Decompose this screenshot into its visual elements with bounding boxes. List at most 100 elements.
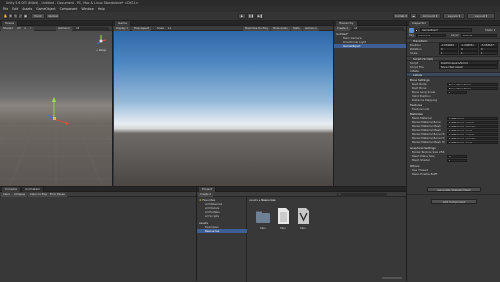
menu-edit[interactable]: Edit xyxy=(12,7,18,11)
menu-file[interactable]: File xyxy=(3,7,8,11)
game-viewport[interactable] xyxy=(114,31,333,186)
folder-icon xyxy=(256,211,270,223)
generate-skeletal-mesh-button[interactable]: Generate Skeletal Mesh xyxy=(427,187,481,192)
hierarchy-toolbar: Create ▾ All xyxy=(334,26,406,31)
game-gizmos-dropdown[interactable]: Gizmos ▾ xyxy=(303,26,319,31)
account-dropdown[interactable]: Account ▾ xyxy=(419,13,441,19)
mesh-shader-label: Mesh Shader xyxy=(412,158,431,162)
project-search-input[interactable]: ⌕ xyxy=(337,192,387,197)
mesh-plane-size-field[interactable]: 0 xyxy=(447,154,467,158)
project-create-dropdown[interactable]: Create ▾ xyxy=(198,192,213,197)
layer-dropdown[interactable]: Default xyxy=(461,33,497,37)
play-button[interactable]: ▶ xyxy=(238,13,246,19)
scale-value[interactable]: 1x xyxy=(166,27,173,31)
scene-orientation-gizmo-icon[interactable] xyxy=(94,34,108,48)
material-row-4-field[interactable]: SoftMaterial_normal xyxy=(447,132,498,136)
position-x-field[interactable]: -2.659864 xyxy=(439,43,458,47)
tag-dropdown[interactable]: Untagged xyxy=(416,33,446,37)
breadcrumb-resources[interactable]: Resources xyxy=(261,198,275,202)
bone-length-scale-field[interactable]: 1 xyxy=(447,90,467,94)
mute-audio-toggle[interactable]: Mute Audio xyxy=(271,26,290,31)
asset-item-0[interactable] xyxy=(255,209,271,225)
script-row-field[interactable]: PostProcessing/Script xyxy=(439,61,498,65)
scale-z-field[interactable]: 1 xyxy=(479,51,498,55)
labels-section[interactable]: Labels xyxy=(407,72,500,77)
asset-item-1[interactable] xyxy=(275,207,291,224)
console-clear-on-play-toggle[interactable]: Clear on Play xyxy=(28,192,50,197)
root-bone-field[interactable]: None (Transform) xyxy=(447,86,498,90)
hierarchy-panel: Hierarchy Create ▾ All Untitled* Main Ca… xyxy=(333,21,407,186)
rotation-z-field[interactable]: 0 xyxy=(479,47,498,51)
hierarchy-search-input[interactable]: All xyxy=(352,26,404,31)
scene-viewport[interactable]: < Persp xyxy=(0,31,112,186)
scale-x-field[interactable]: 1 xyxy=(439,51,458,55)
scale-label: Scale xyxy=(157,26,164,30)
transform-section[interactable]: Transform xyxy=(407,38,500,43)
script-component-section[interactable]: Script (Script) xyxy=(407,56,500,61)
collab-button[interactable]: Collab ▾ xyxy=(393,13,409,19)
menu-component[interactable]: Component xyxy=(60,7,78,11)
text-file-icon xyxy=(278,208,289,224)
rotation-y-field[interactable]: 0 xyxy=(459,47,478,51)
stats-toggle[interactable]: Stats xyxy=(291,26,302,31)
display-dropdown[interactable]: Display 1 xyxy=(114,26,131,31)
hierarchy-item-gameobject[interactable]: GameObject xyxy=(334,44,407,48)
material-row-0-field[interactable]: SoftMaterial xyxy=(447,116,498,120)
layers-dropdown[interactable]: Layers ▾ xyxy=(443,13,465,19)
material-row-6-field[interactable]: SoftMaterial_mesh xyxy=(447,140,498,144)
menu-window[interactable]: Window xyxy=(82,7,94,11)
mesh-shader-field[interactable]: 1 xyxy=(447,158,467,162)
icon-size-slider[interactable] xyxy=(382,277,402,279)
feature-link-label: Feature Link xyxy=(412,107,430,111)
menu-help[interactable]: Help xyxy=(98,7,105,11)
scene-gizmos-dropdown[interactable]: Gizmos ▾ xyxy=(56,26,72,31)
material-row-5-field[interactable]: SoftMaterial_skeleton xyxy=(447,136,498,140)
menu-gameobject[interactable]: GameObject xyxy=(36,7,55,11)
hierarchy-create-dropdown[interactable]: Create ▾ xyxy=(335,26,350,31)
material-row-1-field[interactable]: SoftMaterial_normal xyxy=(447,120,498,124)
aspect-dropdown[interactable]: Free Aspect xyxy=(132,26,152,31)
position-y-field[interactable]: -1.008051 xyxy=(459,43,478,47)
maximize-on-play-toggle[interactable]: Maximize On Play xyxy=(243,26,271,31)
material-row-2-field[interactable]: SoftMaterial_skeleton xyxy=(447,124,498,128)
position-z-field[interactable]: -5.083637 xyxy=(479,43,498,47)
layout-dropdown[interactable]: Layout ▾ xyxy=(467,13,495,19)
audio-toggle-icon[interactable]: ♪ xyxy=(28,26,34,31)
mesh-enable-bufft-label: Mesh Enable Bufft xyxy=(412,172,438,176)
script-file-field[interactable]: None (Text Asset) xyxy=(439,65,498,69)
pivot-toggle[interactable]: Pivot xyxy=(31,13,45,19)
scene-search-input[interactable]: All xyxy=(74,26,109,31)
console-toolbar: Clear Collapse Clear on Play Error Pause xyxy=(0,192,196,197)
rect-tool-icon[interactable]: ▣ xyxy=(23,13,28,19)
step-button[interactable]: ▶❚ xyxy=(256,13,264,19)
pause-button[interactable]: ❚❚ xyxy=(247,13,255,19)
global-toggle[interactable]: Global xyxy=(46,13,60,19)
console-collapse-toggle[interactable]: Collapse xyxy=(12,192,28,197)
scene-perspective-label[interactable]: < Persp xyxy=(96,49,106,52)
material-row-3-field[interactable]: SoftMaterial_mesh xyxy=(447,128,498,132)
inspector-divider xyxy=(407,194,500,195)
asset-item-2[interactable] xyxy=(295,207,311,224)
scale-y-field[interactable]: 1 xyxy=(459,51,478,55)
search-icon: ⌕ xyxy=(339,192,341,196)
inspector-panel: Inspector GameObject Static ▾ Tag Untagg… xyxy=(406,21,500,281)
favorite-all-scripts[interactable]: All Scripts xyxy=(205,214,219,218)
root-node-field[interactable]: None (Transform) xyxy=(447,82,498,86)
shading-mode-dropdown[interactable]: Shaded xyxy=(1,26,15,31)
console-clear-button[interactable]: Clear xyxy=(1,192,12,197)
rotation-x-field[interactable]: 0 xyxy=(439,47,458,51)
scene-panel: Scene Shaded 2D ☀ ♪ Gizmos ▾ All < Persp xyxy=(0,21,112,186)
tab-inspector[interactable]: Inspector xyxy=(409,21,430,26)
scene-grid xyxy=(0,97,112,186)
object-name-input[interactable]: GameObject xyxy=(420,28,472,32)
breadcrumb-assets[interactable]: Assets xyxy=(249,198,258,202)
static-dropdown[interactable]: Static ▾ xyxy=(485,28,495,32)
material-row-6-label: Model Material Mesh Hl xyxy=(412,140,445,144)
tree-item-resources[interactable]: Resources xyxy=(197,229,247,233)
cloud-icon[interactable]: ☁ xyxy=(410,13,417,19)
add-component-button[interactable]: Add Component xyxy=(431,199,477,204)
tag-label: Tag xyxy=(409,33,414,37)
active-checkbox[interactable] xyxy=(415,28,418,32)
console-error-pause-toggle[interactable]: Error Pause xyxy=(48,192,67,197)
menu-assets[interactable]: Assets xyxy=(22,7,32,11)
